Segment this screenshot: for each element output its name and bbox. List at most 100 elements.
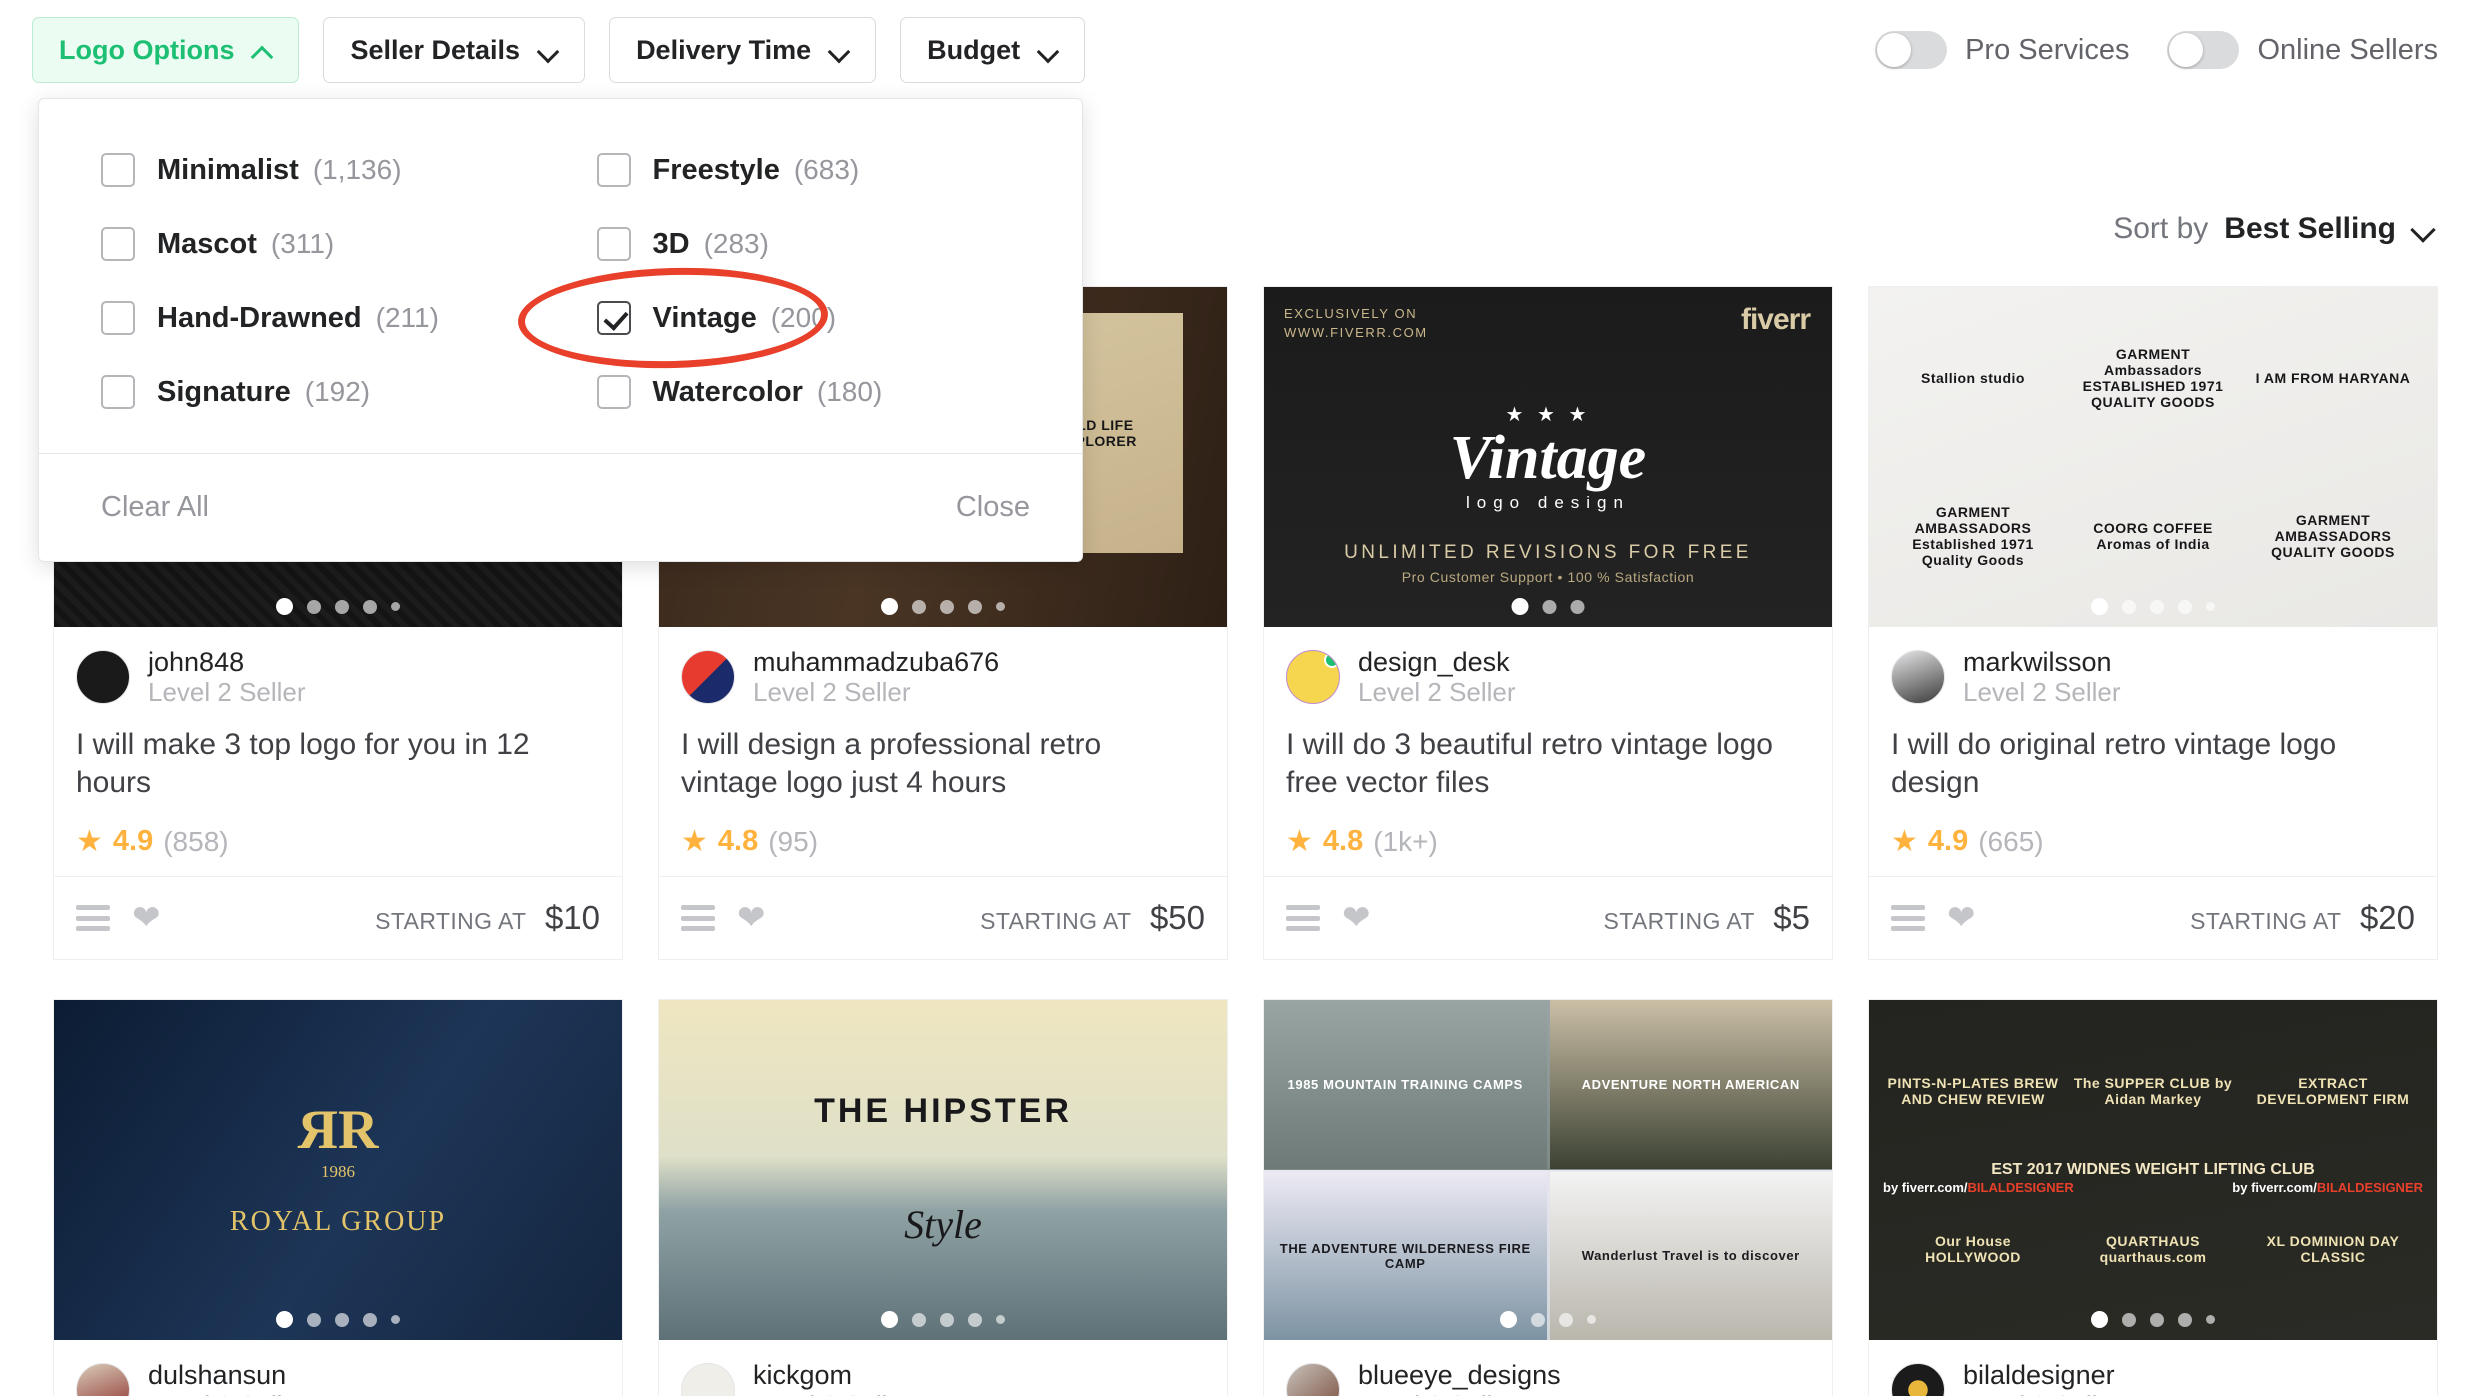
option-mascot[interactable]: Mascot (311) [39,207,561,281]
carousel-dot[interactable] [307,599,321,614]
gig-card[interactable]: 1985 MOUNTAIN TRAINING CAMPS ADVENTURE N… [1263,999,1833,1396]
gig-title[interactable]: I will do 3 beautiful retro vintage logo… [1286,726,1810,803]
seller-row[interactable]: kickgom Level 2 Seller [681,1360,1205,1396]
gig-card[interactable]: ЯR 1986 ROYAL GROUP dulshansun [53,999,623,1396]
gig-title[interactable]: I will design a professional retro vinta… [681,726,1205,803]
checkbox-3d[interactable] [596,227,631,261]
carousel-dots[interactable] [881,598,1005,615]
gig-title[interactable]: I will make 3 top logo for you in 12 hou… [76,726,600,803]
carousel-dot[interactable] [968,599,982,614]
avatar[interactable] [681,1363,735,1396]
seller-name[interactable]: design_desk [1358,647,1516,678]
carousel-dot[interactable] [2122,1312,2136,1327]
carousel-dot[interactable] [996,1315,1005,1324]
filter-button-seller-details[interactable]: Seller Details [323,17,586,83]
carousel-dot[interactable] [1587,1315,1596,1324]
gig-card-media[interactable]: Stallion studio GARMENT Ambassadors ESTA… [1868,286,2438,627]
avatar[interactable] [76,1363,130,1396]
carousel-dot[interactable] [940,599,954,614]
seller-row[interactable]: blueeye_designs Level 2 Seller [1286,1360,1810,1396]
carousel-dots[interactable] [276,598,400,615]
carousel-dot[interactable] [2178,599,2192,614]
carousel-dot[interactable] [2150,599,2164,614]
clear-all-button[interactable]: Clear All [101,491,209,524]
checkbox-mascot[interactable] [101,227,135,261]
seller-row[interactable]: markwilsson Level 2 Seller [1891,647,2415,708]
carousel-dot[interactable] [276,1311,293,1328]
carousel-dot[interactable] [307,1312,321,1327]
avatar[interactable] [1891,1363,1945,1396]
add-to-list-icon[interactable] [1891,905,1925,931]
close-button[interactable]: Close [956,491,1030,524]
toggle-online-sellers[interactable]: Online Sellers [2167,31,2438,69]
carousel-dot[interactable] [335,599,349,614]
seller-row[interactable]: muhammadzuba676 Level 2 Seller [681,647,1205,708]
gig-card[interactable]: PINTS-N-PLATES BREW AND CHEW REVIEW The … [1868,999,2438,1396]
checkbox-minimalist[interactable] [101,153,135,187]
avatar[interactable] [681,650,735,705]
carousel-dot[interactable] [912,599,926,614]
add-to-list-icon[interactable] [681,905,715,931]
carousel-dots[interactable] [2091,598,2215,615]
gig-card-media[interactable]: PINTS-N-PLATES BREW AND CHEW REVIEW The … [1868,999,2438,1340]
add-to-list-icon[interactable] [1286,905,1320,931]
seller-row[interactable]: bilaldesigner Level 2 Seller [1891,1360,2415,1396]
carousel-dot[interactable] [1511,598,1529,615]
gig-card-media[interactable]: ЯR 1986 ROYAL GROUP [53,999,623,1340]
carousel-dot[interactable] [335,1312,349,1327]
carousel-dot[interactable] [1500,1311,1517,1328]
seller-name[interactable]: john848 [148,647,306,678]
favorite-heart-icon[interactable]: ❤ [132,901,161,935]
carousel-dots[interactable] [2091,1311,2215,1328]
carousel-dot[interactable] [996,602,1005,611]
add-to-list-icon[interactable] [76,905,110,931]
carousel-dot[interactable] [2091,1311,2108,1328]
carousel-dot[interactable] [363,599,377,614]
carousel-dot[interactable] [2091,598,2108,615]
gig-card-media[interactable]: EXCLUSIVELY ON WWW.FIVERR.COM fiverr ★ ★… [1263,286,1833,627]
gig-card[interactable]: Stallion studio GARMENT Ambassadors ESTA… [1868,286,2438,960]
checkbox-watercolor[interactable] [596,375,631,409]
avatar[interactable] [1286,1363,1340,1396]
seller-name[interactable]: blueeye_designs [1358,1360,1561,1391]
carousel-dot[interactable] [276,598,293,615]
seller-name[interactable]: markwilsson [1963,647,2121,678]
carousel-dot[interactable] [1531,1312,1545,1327]
checkbox-freestyle[interactable] [596,153,631,187]
carousel-dots[interactable] [276,1311,400,1328]
seller-name[interactable]: kickgom [753,1360,911,1391]
checkbox-vintage[interactable] [596,301,631,335]
avatar[interactable] [1891,650,1945,705]
carousel-dots[interactable] [1511,598,1585,615]
sort-by-control[interactable]: Sort by Best Selling [2113,212,2436,246]
carousel-dot[interactable] [2150,1312,2164,1327]
carousel-dot[interactable] [363,1312,377,1327]
carousel-dot[interactable] [1570,599,1585,614]
carousel-dot[interactable] [2122,599,2136,614]
carousel-dot[interactable] [940,1312,954,1327]
carousel-dots[interactable] [881,1311,1005,1328]
gig-card[interactable]: THE HIPSTER Style kickgom [658,999,1228,1396]
carousel-dot[interactable] [881,598,898,615]
seller-name[interactable]: bilaldesigner [1963,1360,2121,1391]
seller-name[interactable]: muhammadzuba676 [753,647,999,678]
option-minimalist[interactable]: Minimalist (1,136) [39,133,561,207]
avatar[interactable] [76,650,130,705]
online-sellers-switch[interactable] [2167,31,2240,69]
gig-card-media[interactable]: THE HIPSTER Style [658,999,1228,1340]
gig-title[interactable]: I will do original retro vintage logo de… [1891,726,2415,803]
favorite-heart-icon[interactable]: ❤ [1342,901,1371,935]
checkbox-signature[interactable] [101,375,135,409]
checkbox-hand-drawned[interactable] [101,301,135,335]
favorite-heart-icon[interactable]: ❤ [737,901,766,935]
seller-row[interactable]: design_desk Level 2 Seller [1286,647,1810,708]
filter-button-budget[interactable]: Budget [900,17,1086,83]
carousel-dot[interactable] [391,1315,400,1324]
gig-card[interactable]: EXCLUSIVELY ON WWW.FIVERR.COM fiverr ★ ★… [1263,286,1833,960]
carousel-dot[interactable] [1559,1312,1573,1327]
option-vintage[interactable]: Vintage (200) [561,281,1083,355]
seller-row[interactable]: dulshansun Level 2 Seller [76,1360,600,1396]
carousel-dot[interactable] [2178,1312,2192,1327]
seller-name[interactable]: dulshansun [148,1360,306,1391]
carousel-dot[interactable] [881,1311,898,1328]
